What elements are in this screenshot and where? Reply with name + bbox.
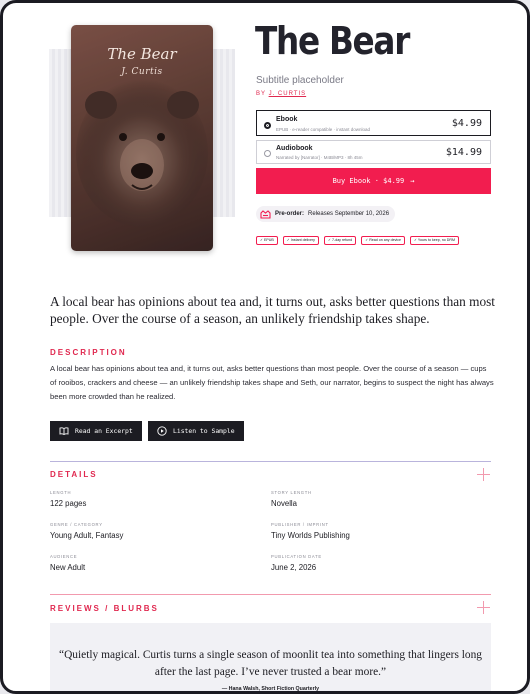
feature-chips: ✓ EPUB ✓ Instant delivery ✓ 7-day refund ✓ … bbox=[256, 236, 491, 246]
feature-chip: ✓ 7-day refund bbox=[323, 236, 357, 245]
format-name: Audiobook bbox=[276, 145, 313, 152]
divider bbox=[50, 461, 491, 462]
detail-genre: GENRE / CATEGORY Young Adult, Fantasy bbox=[50, 522, 250, 540]
cover-title: The Bear bbox=[107, 45, 177, 63]
expand-details-icon[interactable] bbox=[477, 468, 490, 481]
read-excerpt-button[interactable]: Read an Excerpt bbox=[50, 421, 142, 441]
product-page: The Bear J. Curtis The Bear Subtitle pla… bbox=[0, 0, 530, 694]
detail-label: AUDIENCE bbox=[50, 554, 78, 559]
feature-chip: ✓ Yours to keep, no DRM bbox=[409, 236, 459, 245]
format-name: Ebook bbox=[276, 116, 298, 123]
preorder-badge: Pre-order: Releases September 10, 2026 bbox=[256, 206, 396, 222]
detail-value: Novella bbox=[271, 499, 298, 508]
play-circle-icon bbox=[157, 426, 167, 436]
preorder-text: Releases September 10, 2026 bbox=[308, 211, 390, 217]
feature-chip: ✓ Read on any device bbox=[361, 236, 405, 245]
feature-chip: ✓ Instant delivery bbox=[282, 236, 319, 245]
listen-sample-button[interactable]: Listen to Sample bbox=[148, 421, 244, 441]
open-book-icon bbox=[59, 427, 69, 435]
detail-story-length: STORY LENGTH Novella bbox=[271, 490, 471, 508]
book-title: The Bear bbox=[255, 19, 410, 63]
by-label: BY bbox=[256, 91, 266, 97]
detail-label: LENGTH bbox=[50, 490, 72, 495]
format-description: Narrated by [Narrator] · M4B/MP3 · 8h 45… bbox=[276, 155, 363, 160]
review-source: — Hana Walsh, Short Fiction Quarterly bbox=[221, 686, 320, 692]
book-cover: The Bear J. Curtis bbox=[71, 25, 213, 251]
format-price: $4.99 bbox=[451, 118, 482, 129]
detail-length: LENGTH 122 pages bbox=[50, 490, 250, 508]
lead-paragraph: A local bear has opinions about tea and,… bbox=[50, 294, 495, 326]
feature-chip: ✓ EPUB bbox=[256, 236, 278, 245]
details-heading: DETAILS bbox=[50, 470, 98, 479]
detail-label: STORY LENGTH bbox=[271, 490, 312, 495]
description-heading: DESCRIPTION bbox=[50, 348, 127, 357]
radio-ebook[interactable] bbox=[264, 122, 271, 129]
description-text: A local bear has opinions about tea and,… bbox=[50, 364, 494, 401]
detail-publication-date: PUBLICATION DATE June 2, 2026 bbox=[271, 554, 471, 572]
detail-value: New Adult bbox=[50, 563, 86, 572]
divider bbox=[50, 594, 491, 595]
arrow-right-icon: → bbox=[410, 177, 415, 185]
buy-button-label: Buy Ebook · $4.99 bbox=[332, 177, 405, 185]
detail-value: 122 pages bbox=[50, 499, 87, 508]
detail-value: Tiny Worlds Publishing bbox=[271, 531, 350, 540]
detail-label: PUBLICATION DATE bbox=[271, 554, 322, 559]
format-description: EPUB · e-reader compatible · instant dow… bbox=[276, 127, 371, 132]
preorder-icon bbox=[260, 209, 271, 219]
listen-sample-label: Listen to Sample bbox=[173, 427, 235, 435]
detail-label: GENRE / CATEGORY bbox=[50, 522, 103, 527]
format-price: $14.99 bbox=[445, 147, 482, 158]
detail-audience: AUDIENCE New Adult bbox=[50, 554, 250, 572]
review-card: “Quietly magical. Curtis turns a single … bbox=[50, 623, 491, 692]
format-option-ebook[interactable]: Ebook EPUB · e-reader compatible · insta… bbox=[256, 110, 491, 136]
reviews-heading: REVIEWS / BLURBS bbox=[50, 604, 159, 613]
buy-button[interactable]: Buy Ebook · $4.99 → bbox=[256, 168, 491, 194]
expand-reviews-icon[interactable] bbox=[477, 601, 490, 614]
detail-publisher: PUBLISHER / IMPRINT Tiny Worlds Publishi… bbox=[271, 522, 471, 540]
cover-author: J. Curtis bbox=[121, 67, 163, 77]
author-link[interactable]: J. CURTIS bbox=[269, 91, 307, 97]
preorder-label: Pre-order: bbox=[275, 211, 305, 217]
book-subtitle: Subtitle placeholder bbox=[256, 75, 344, 86]
byline: BY J. CURTIS bbox=[256, 91, 306, 97]
read-excerpt-label: Read an Excerpt bbox=[75, 427, 133, 435]
detail-value: June 2, 2026 bbox=[271, 563, 317, 572]
format-option-audiobook[interactable]: Audiobook Narrated by [Narrator] · M4B/M… bbox=[256, 140, 491, 164]
radio-audiobook[interactable] bbox=[264, 150, 271, 157]
detail-label: PUBLISHER / IMPRINT bbox=[271, 522, 329, 527]
review-quote: “Quietly magical. Curtis turns a single … bbox=[59, 649, 482, 678]
detail-value: Young Adult, Fantasy bbox=[50, 531, 124, 540]
